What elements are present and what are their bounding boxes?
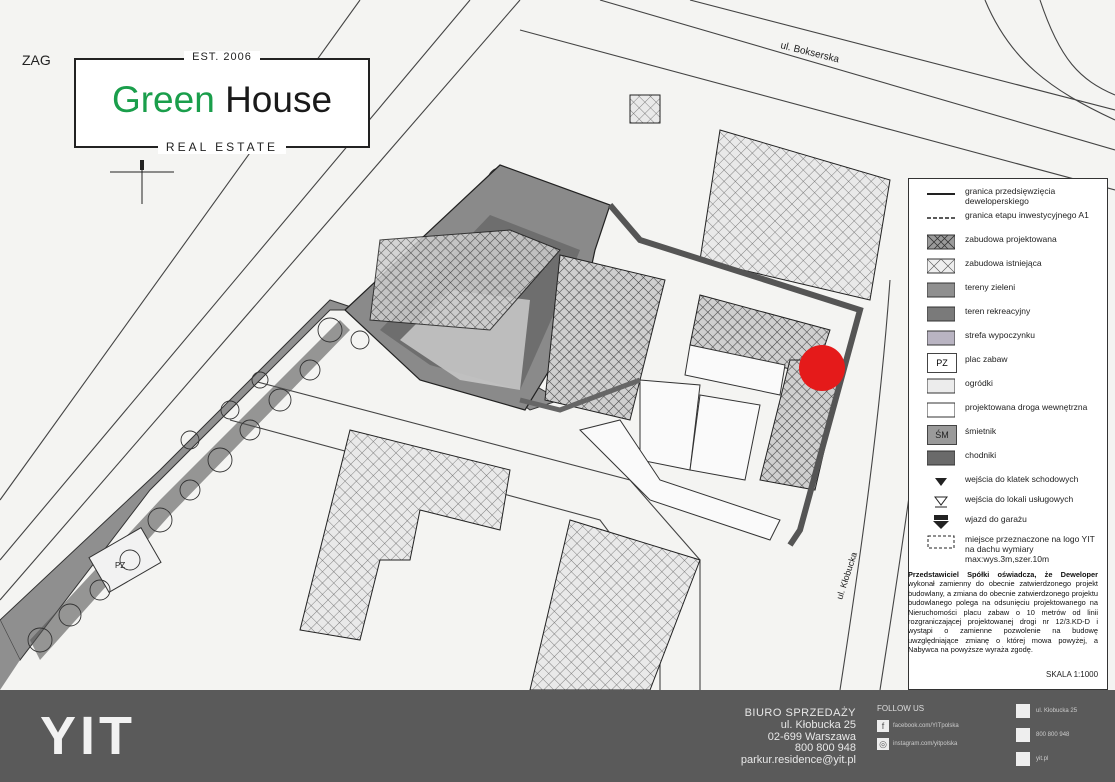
instagram-link[interactable]: ◎ instagram.com/yitpolska [877, 738, 997, 752]
right-location: ul. Kłobucka 25 [1016, 704, 1106, 718]
logo-word-green: Green [111, 79, 215, 120]
instagram-text: instagram.com/yitpolska [893, 741, 958, 747]
facebook-link[interactable]: f facebook.com/YITpolska [877, 720, 997, 734]
location-marker [799, 345, 845, 391]
legend-label: tereny zieleni [965, 282, 1016, 292]
follow-us-label: FOLLOW US [877, 704, 925, 713]
legend-label: śmietnik [965, 426, 997, 436]
legend-symbol-icon [927, 217, 955, 219]
legend-symbol-icon [927, 306, 955, 322]
legend-label: wejścia do lokali usługowych [965, 494, 1074, 504]
legend-symbol-icon [927, 378, 955, 394]
legend-label: teren rekreacyjny [965, 306, 1031, 316]
legend-label: wjazd do garażu [965, 514, 1027, 524]
legend-label: granica przedsięwzięcia deweloperskiego [965, 186, 1056, 206]
sales-office-info: BIURO SPRZEDAŻY ul. Kłobucka 25 02-699 W… [640, 707, 856, 767]
legend-symbol-icon [933, 515, 949, 529]
legend-label: strefa wypoczynku [965, 330, 1035, 340]
legend-label: projektowana droga wewnętrzna [965, 402, 1088, 412]
right-phone: 800 800 948 [1016, 728, 1106, 742]
declaration-body: wykonał zamienny do obecnie zatwierdzone… [908, 579, 1098, 655]
legend-playground-symbol: PZ [927, 353, 957, 373]
right-phone-text: 800 800 948 [1036, 732, 1070, 738]
legend-symbol-icon [935, 478, 947, 486]
phone-icon [1016, 728, 1030, 742]
developer-declaration: Przedstawiciel Spółki oświadcza, że Dewe… [908, 570, 1098, 655]
logo-subtitle: REAL ESTATE [157, 140, 287, 154]
logo-est: EST. 2006 [184, 51, 260, 63]
green-house-logo: EST. 2006 Green House REAL ESTATE [74, 51, 370, 154]
legend-label: zabudowa projektowana [965, 234, 1057, 244]
logo-word-house: House [225, 79, 333, 120]
legend-symbol-icon [927, 402, 955, 418]
office-email[interactable]: parkur.residence@yit.pl [640, 754, 856, 767]
legend-symbol-icon [927, 234, 955, 250]
web-icon [1016, 752, 1030, 766]
north-arrow-icon [110, 160, 174, 204]
declaration-lead: Przedstawiciel Spółki oświadcza, że Dewe… [908, 570, 1098, 579]
facebook-icon: f [877, 720, 889, 732]
office-address-1: ul. Kłobucka 25 [780, 718, 856, 731]
instagram-icon: ◎ [877, 738, 889, 750]
right-web[interactable]: yit.pl [1016, 752, 1106, 766]
legend-symbol-icon [927, 193, 955, 195]
legend-label: zabudowa istniejąca [965, 258, 1042, 268]
facebook-text: facebook.com/YITpolska [893, 723, 959, 729]
legend-symbol-icon [927, 330, 955, 346]
zag-label: ZAG [22, 52, 51, 68]
legend-label: miejsce przeznaczone na logo YIT na dach… [965, 534, 1095, 564]
yit-logo: YIT [40, 708, 136, 760]
legend-label: plac zabaw [965, 354, 1008, 364]
street-label-right: ul. Kłobucka [834, 551, 859, 601]
location-pin-icon [1016, 704, 1030, 718]
svg-text:YIT: YIT [40, 708, 136, 760]
legend-symbol-icon [927, 282, 955, 298]
legend-label: wejścia do klatek schodowych [965, 474, 1079, 484]
legend-label: chodniki [965, 450, 997, 460]
legend-symbol-icon [927, 535, 955, 549]
legend-symbol-icon [927, 450, 955, 466]
legend-label: granica etapu inwestycyjnego A1 [965, 210, 1089, 220]
legend-symbol-icon [927, 258, 955, 274]
map-scale: SKALA 1:1000 [1046, 670, 1099, 679]
legend-symbol-icon [934, 496, 948, 508]
street-label-top: ul. Bokserska [779, 40, 840, 65]
right-web-text: yit.pl [1036, 756, 1049, 762]
legend-bin-symbol: ŚM [927, 425, 957, 445]
right-location-text: ul. Kłobucka 25 [1036, 708, 1078, 714]
legend-label: ogródki [965, 378, 993, 388]
